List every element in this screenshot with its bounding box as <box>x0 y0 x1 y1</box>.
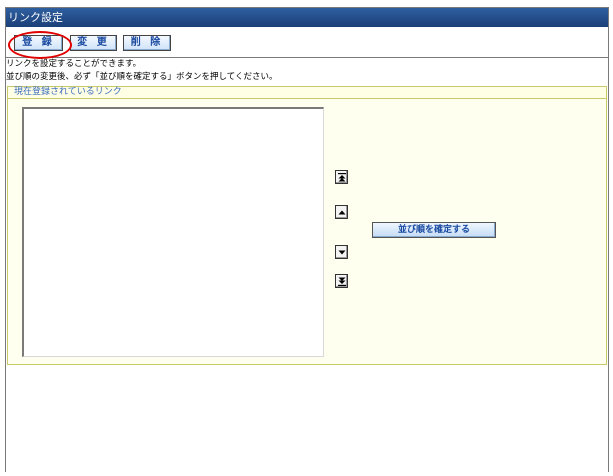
instruction-text: 並び順の変更後、必ず「並び順を確定する」ボタンを押してください。 <box>6 72 278 82</box>
confirm-order-button[interactable]: 並び順を確定する <box>372 222 496 238</box>
move-to-top-icon <box>338 173 346 182</box>
move-up-button[interactable] <box>335 205 348 219</box>
registered-links-panel: 並び順を確定する <box>7 99 607 365</box>
move-to-bottom-icon <box>338 277 346 286</box>
highlight-circle <box>8 31 72 59</box>
move-to-bottom-button[interactable] <box>335 274 348 288</box>
window-title: リンク設定 <box>6 8 608 27</box>
delete-button[interactable]: 削 除 <box>123 35 171 51</box>
move-up-icon <box>338 210 346 215</box>
move-down-icon <box>338 250 346 255</box>
toolbar: 登 録 変 更 削 除 <box>6 29 608 59</box>
description-text: リンクを設定することができます。 <box>6 59 142 69</box>
link-listbox[interactable] <box>22 107 324 357</box>
change-button[interactable]: 変 更 <box>70 35 117 51</box>
move-down-button[interactable] <box>335 245 348 259</box>
move-to-top-button[interactable] <box>335 170 348 184</box>
registered-links-header: 現在登録されているリンク <box>7 86 607 99</box>
link-settings-window: リンク設定 登 録 変 更 削 除 リンクを設定することができます。 並び順の変… <box>5 7 609 472</box>
